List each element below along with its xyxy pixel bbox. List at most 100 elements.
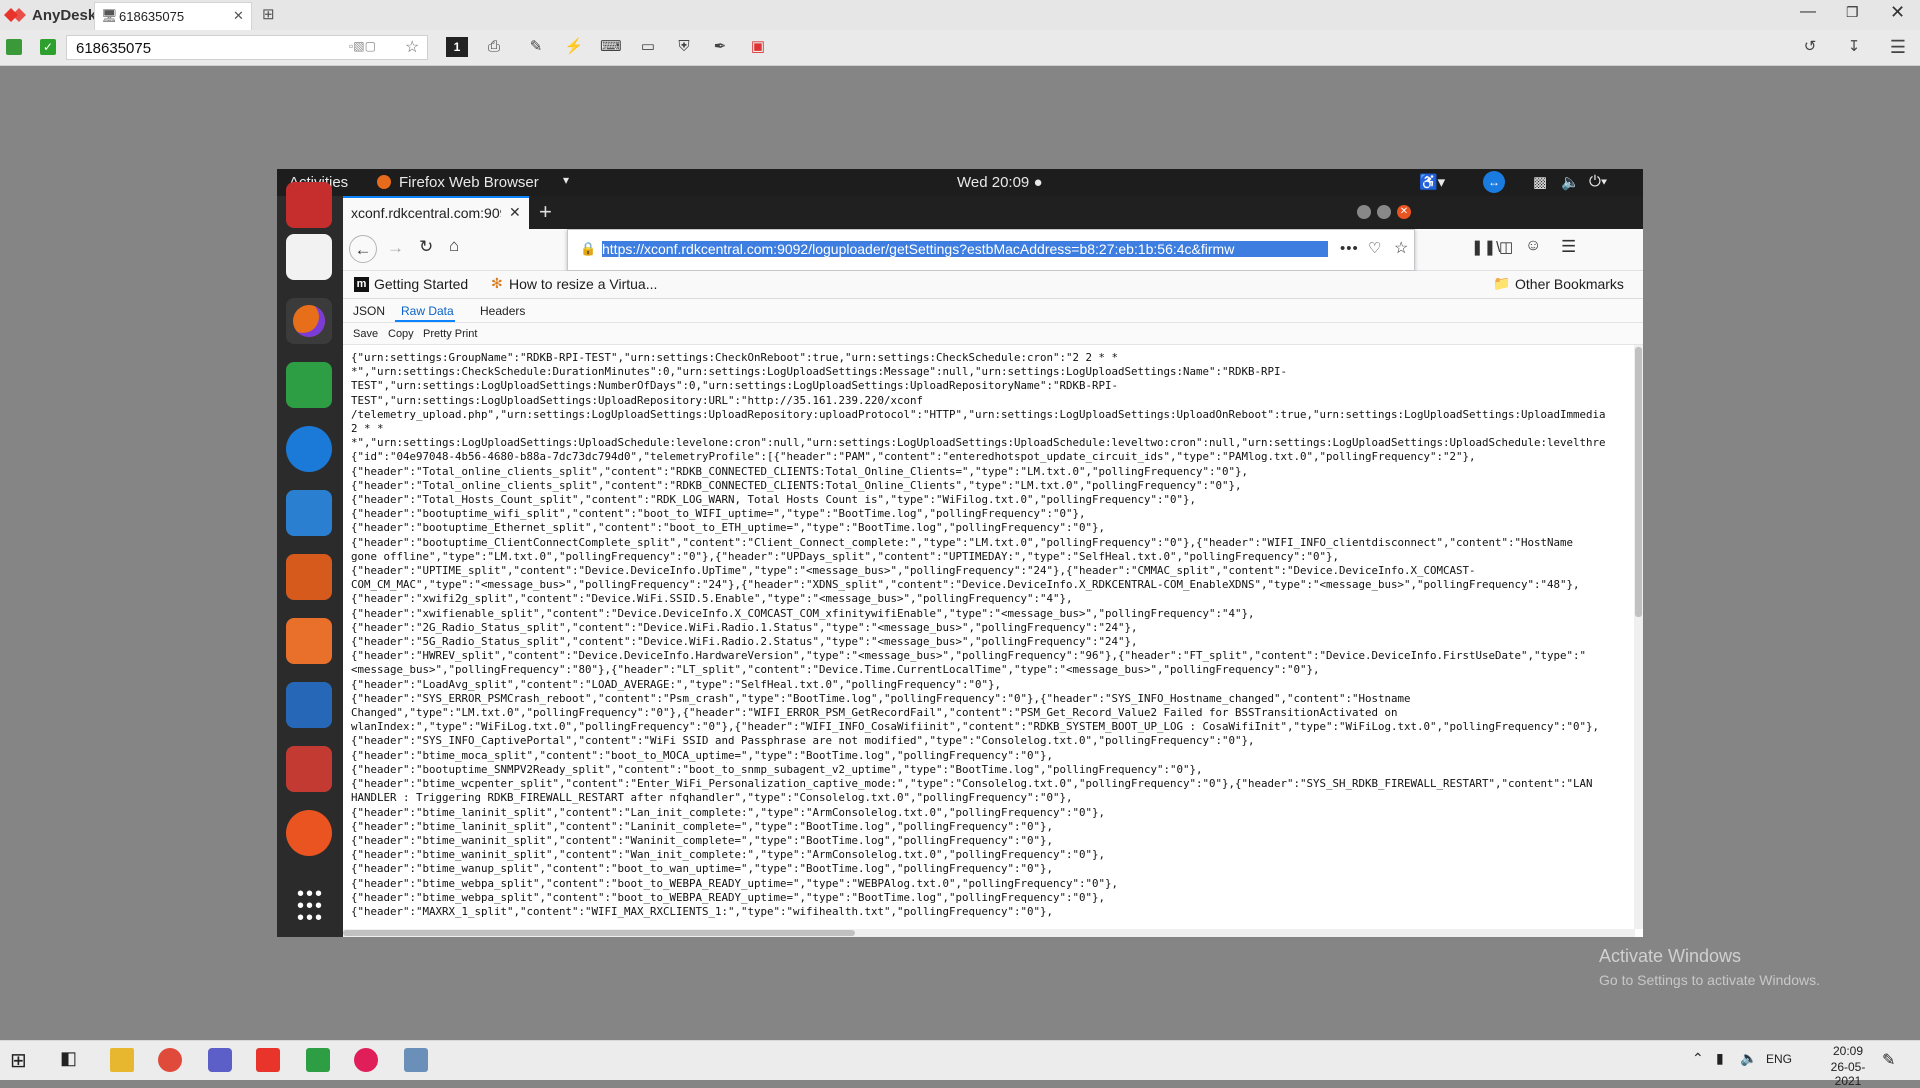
sidebar-icon[interactable]: ◫ [1499,238,1513,256]
anydesk-app-name: AnyDesk [32,7,97,24]
main-menu-icon[interactable]: ☰ [1888,38,1908,56]
lock-icon[interactable]: 🔒 [580,241,596,257]
raw-data-line: {"header":"btime_webpa_split","content":… [351,890,1106,904]
software-center-icon[interactable] [286,618,332,664]
new-tab-plus-icon[interactable]: + [539,199,552,225]
raw-data-line: {"header":"HWREV_split","content":"Devic… [351,649,1587,663]
presentation-icon[interactable] [286,554,332,600]
tool-taskbar-icon[interactable] [404,1048,428,1072]
display-icon[interactable]: ▭ [638,38,658,56]
forward-icon[interactable]: → [387,238,404,258]
tray-volume-icon[interactable]: 🔈 [1740,1050,1757,1067]
new-tab-icon[interactable]: ⊞ [262,5,275,23]
text-editor-icon[interactable] [286,234,332,280]
raw-data-content[interactable]: {"urn:settings:GroupName":"RDKB-RPI-TEST… [343,345,1635,929]
restore-icon[interactable]: ❐ [1846,4,1859,21]
clock[interactable]: Wed 20:09 ● [957,174,1043,191]
download-icon[interactable]: ↧ [1844,38,1864,56]
actions-icon[interactable]: ⚡ [564,38,584,56]
notifications-icon[interactable]: ✎ [1882,1050,1895,1070]
anydesk-session-tab[interactable]: 🖥 618635075 ✕ [94,2,252,30]
teamviewer-icon[interactable] [286,426,332,472]
address-actions-icon[interactable]: ▫▧▢ [349,39,376,53]
ubuntu-dock: ••• ••• ••• [277,182,343,937]
keyboard-icon[interactable]: ⌨ [600,38,622,56]
activate-windows-title: Activate Windows [1599,946,1742,966]
bookmark-resize-virtual[interactable]: How to resize a Virtua... [509,276,657,292]
save-button[interactable]: Save [353,328,378,340]
minimize-icon[interactable]: — [1800,3,1816,21]
spreadsheet-icon[interactable] [286,362,332,408]
tab-raw-data-label: Raw Data [401,304,454,318]
slack-icon[interactable] [354,1048,378,1072]
close-icon[interactable]: ✕ [1890,2,1905,23]
window-minimize-icon[interactable] [1357,205,1371,219]
library-icon[interactable]: ❚❚\ [1471,238,1500,256]
vertical-scrollbar[interactable] [1634,345,1643,929]
raw-data-line: *","urn:settings:CheckSchedule:DurationM… [351,365,1288,379]
raw-data-line: {"header":"btime_waninit_split","content… [351,848,1106,862]
page-actions-icon[interactable]: ••• [1340,240,1359,257]
reload-icon[interactable]: ↻ [419,237,433,257]
other-bookmarks[interactable]: Other Bookmarks [1515,276,1624,292]
raw-data-line: {"header":"UPTIME_split","content":"Devi… [351,564,1476,578]
taskbar-time[interactable]: 20:09 [1818,1044,1878,1058]
language-indicator[interactable]: ENG [1766,1052,1792,1066]
tab-json[interactable]: JSON [353,304,385,318]
taskbar-date[interactable]: 26-05-2021 [1818,1060,1878,1088]
window-maximize-icon[interactable] [1377,205,1391,219]
bookmark-star-icon[interactable]: ☆ [1394,238,1408,258]
url-text[interactable]: https://xconf.rdkcentral.com:9092/logupl… [602,241,1328,257]
chat-icon[interactable]: ✎ [526,38,546,56]
app-menu[interactable]: Firefox Web Browser [399,174,539,191]
tab-close-icon[interactable]: ✕ [509,204,521,221]
url-bar[interactable]: 🔒 https://xconf.rdkcentral.com:9092/logu… [567,229,1415,271]
anydesk-address-field[interactable]: 618635075 ▫▧▢ ☆ [66,35,428,60]
copy-button[interactable]: Copy [388,328,414,340]
dock-firefox-icon[interactable] [286,298,332,344]
back-icon[interactable]: ← [349,235,377,263]
power-icon[interactable]: ⏻▾ [1589,173,1607,190]
permissions-icon[interactable]: ⛨ [674,38,694,56]
notepad-taskbar-icon[interactable] [306,1048,330,1072]
teams-icon[interactable] [208,1048,232,1072]
favorite-star-icon[interactable]: ☆ [405,37,419,57]
dock-app-red-icon[interactable] [286,182,332,228]
navigation-toolbar: ← → ↻ ⌂ 🔒 https://xconf.rdkcentral.com:9… [343,229,1643,271]
battery-icon[interactable]: ▮ [1716,1050,1724,1067]
accessibility-icon[interactable]: ♿▾ [1419,173,1445,191]
pretty-print-button[interactable]: Pretty Print [423,328,477,340]
chrome-icon[interactable] [158,1048,182,1072]
network-icon[interactable]: ▩ [1533,173,1547,191]
writer-icon[interactable] [286,682,332,728]
record-icon[interactable]: ▣ [748,38,768,56]
tray-chevron-icon[interactable]: ⌃ [1692,1050,1704,1067]
teamviewer-tray-icon[interactable]: ↔ [1483,171,1505,193]
whiteboard-icon[interactable]: ✒ [710,38,730,56]
bookmark-getting-started[interactable]: Getting Started [374,276,468,292]
settings-tools-icon[interactable] [286,746,332,792]
system-monitor-icon[interactable] [286,490,332,536]
hamburger-menu-icon[interactable]: ☰ [1561,237,1576,257]
home-icon[interactable]: ⌂ [449,236,459,256]
task-view-icon[interactable]: ◧ [60,1048,84,1072]
ubuntu-icon[interactable] [286,810,332,856]
show-apps-icon[interactable]: ••• ••• ••• [297,884,324,928]
anydesk-taskbar-icon[interactable] [256,1048,280,1072]
account-icon[interactable]: ☺ [1525,237,1541,255]
pocket-icon[interactable]: ♡ [1368,239,1381,257]
tab-close-icon[interactable]: ✕ [233,8,244,24]
tab-raw-data[interactable]: Raw Data [395,299,455,322]
volume-icon[interactable]: 🔈 [1561,173,1580,191]
windows-start-icon[interactable]: ⊞ [10,1048,34,1072]
firefox-window: xconf.rdkcentral.com:9092/l ✕ + ✕ ← → ↻ … [343,196,1643,937]
remote-screen[interactable]: Activities Firefox Web Browser ▾ Wed 20:… [277,169,1643,937]
history-icon[interactable]: ↺ [1800,38,1820,56]
horizontal-scrollbar[interactable] [343,929,1635,937]
file-transfer-icon[interactable]: ⎙ [484,38,504,56]
window-close-icon[interactable]: ✕ [1397,205,1411,219]
monitor-1-icon[interactable]: 1 [446,37,468,57]
browser-tab[interactable]: xconf.rdkcentral.com:9092/l ✕ [343,196,529,229]
file-explorer-icon[interactable] [110,1048,134,1072]
tab-headers[interactable]: Headers [480,304,525,318]
